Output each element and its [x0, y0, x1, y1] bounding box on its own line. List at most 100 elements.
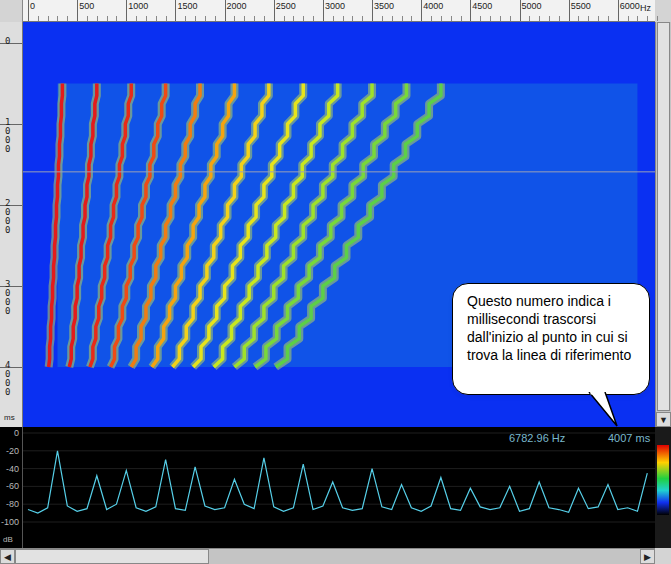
spectrum-chart [23, 427, 655, 548]
db-tick-label: -40 [6, 465, 19, 474]
frequency-minor-tick [57, 16, 58, 21]
vertical-scrollbar[interactable]: ▼ [655, 22, 671, 427]
frequency-minor-tick [107, 16, 108, 21]
frequency-minor-tick [146, 16, 147, 21]
time-tick [0, 367, 22, 368]
frequency-minor-tick [441, 16, 442, 21]
frequency-minor-tick [461, 16, 462, 21]
time-tick-label: 2000 [5, 199, 10, 235]
frequency-minor-tick [392, 16, 393, 21]
frequency-tick-label: 500 [77, 1, 94, 11]
frequency-tick-label: 2500 [274, 1, 296, 11]
reference-line [23, 171, 655, 172]
frequency-tick-label: 1000 [126, 1, 148, 11]
time-tick-label: 3000 [5, 280, 10, 316]
frequency-tick [470, 0, 471, 21]
frequency-minor-tick [598, 16, 599, 21]
frequency-minor-tick [136, 16, 137, 21]
frequency-minor-tick [205, 16, 206, 21]
time-tick-label: 4000 [5, 361, 10, 397]
frequency-tick [274, 0, 275, 21]
harmonic-halo [255, 84, 406, 368]
frequency-tick [175, 0, 176, 21]
horizontal-scroll-thumb[interactable] [15, 549, 209, 564]
scrollbar-corner [655, 548, 671, 564]
frequency-minor-tick [637, 16, 638, 21]
frequency-minor-tick [284, 16, 285, 21]
frequency-minor-tick [234, 16, 235, 21]
horizontal-scroll-track[interactable] [15, 549, 640, 564]
harmonic-line [276, 84, 441, 368]
db-tick-label: -20 [6, 447, 19, 456]
color-scale-gradient [657, 445, 669, 515]
horizontal-scrollbar[interactable]: ◀▶ [0, 548, 655, 564]
db-axis: 0-20-40-60-80-100dB [0, 427, 23, 548]
frequency-minor-tick [303, 16, 304, 21]
frequency-minor-tick [588, 16, 589, 21]
frequency-minor-tick [38, 16, 39, 21]
frequency-minor-tick [244, 16, 245, 21]
frequency-minor-tick [362, 16, 363, 21]
color-scale [655, 427, 671, 548]
frequency-tick-label: 4500 [470, 1, 492, 11]
frequency-minor-tick [264, 16, 265, 21]
time-ruler: 01000200030004000ms [0, 22, 23, 427]
harmonic-line [193, 84, 303, 368]
time-tick-label: 0 [5, 37, 10, 46]
frequency-minor-tick [402, 16, 403, 21]
time-unit: ms [4, 412, 15, 424]
db-gridline [23, 522, 655, 523]
db-tick-label: -60 [6, 482, 19, 491]
horizontal-scrollbar-row: ◀▶ [0, 548, 671, 564]
time-tick [0, 205, 22, 206]
frequency-minor-tick [539, 16, 540, 21]
frequency-minor-tick [352, 16, 353, 21]
harmonic-line [255, 84, 406, 368]
frequency-minor-tick [254, 16, 255, 21]
frequency-ruler: 0500100015002000250030003500400045005000… [23, 0, 655, 22]
frequency-minor-tick [578, 16, 579, 21]
frequency-minor-tick [529, 16, 530, 21]
frequency-tick-label: 3000 [323, 1, 345, 11]
spectrum-plot: 6782.96 Hz4007 ms [23, 427, 655, 548]
db-tick-label: -80 [6, 500, 19, 509]
time-readout: 4007 ms [608, 430, 650, 447]
frequency-minor-tick [647, 16, 648, 21]
db-tick-label: -100 [1, 518, 19, 527]
frequency-tick-label: 1500 [175, 1, 197, 11]
frequency-tick-label: 3500 [372, 1, 394, 11]
frequency-minor-tick [48, 16, 49, 21]
frequency-tick [126, 0, 127, 21]
frequency-minor-tick [549, 16, 550, 21]
time-tick [0, 124, 22, 125]
frequency-minor-tick [116, 16, 117, 21]
frequency-minor-tick [343, 16, 344, 21]
frequency-minor-tick [215, 16, 216, 21]
frequency-minor-tick [166, 16, 167, 21]
frequency-minor-tick [608, 16, 609, 21]
frequency-minor-tick [333, 16, 334, 21]
frequency-minor-tick [195, 16, 196, 21]
frequency-tick-label: 5000 [520, 1, 542, 11]
frequency-minor-tick [67, 16, 68, 21]
callout: Questo numero indica i millisecondi tras… [452, 283, 650, 395]
harmonic-halo [276, 84, 441, 368]
harmonic-halo [49, 84, 63, 368]
scroll-down-button[interactable]: ▼ [656, 412, 671, 427]
frequency-tick-label: 0 [28, 1, 35, 11]
spectrum-row: 0-20-40-60-80-100dB6782.96 Hz4007 ms [0, 427, 671, 548]
db-tick-label: 0 [14, 429, 19, 438]
frequency-minor-tick [411, 16, 412, 21]
frequency-tick [372, 0, 373, 21]
scroll-left-button[interactable]: ◀ [0, 549, 15, 564]
vertical-scroll-thumb[interactable] [657, 22, 670, 411]
harmonic-halo [90, 84, 131, 368]
frequency-minor-tick [97, 16, 98, 21]
frequency-tick [520, 0, 521, 21]
frequency-tick [421, 0, 422, 21]
scroll-right-button[interactable]: ▶ [640, 549, 655, 564]
frequency-tick-label: 4000 [421, 1, 443, 11]
frequency-tick [618, 0, 619, 21]
frequency-ruler-row: 0500100015002000250030003500400045005000… [0, 0, 671, 22]
frequency-minor-tick [510, 16, 511, 21]
